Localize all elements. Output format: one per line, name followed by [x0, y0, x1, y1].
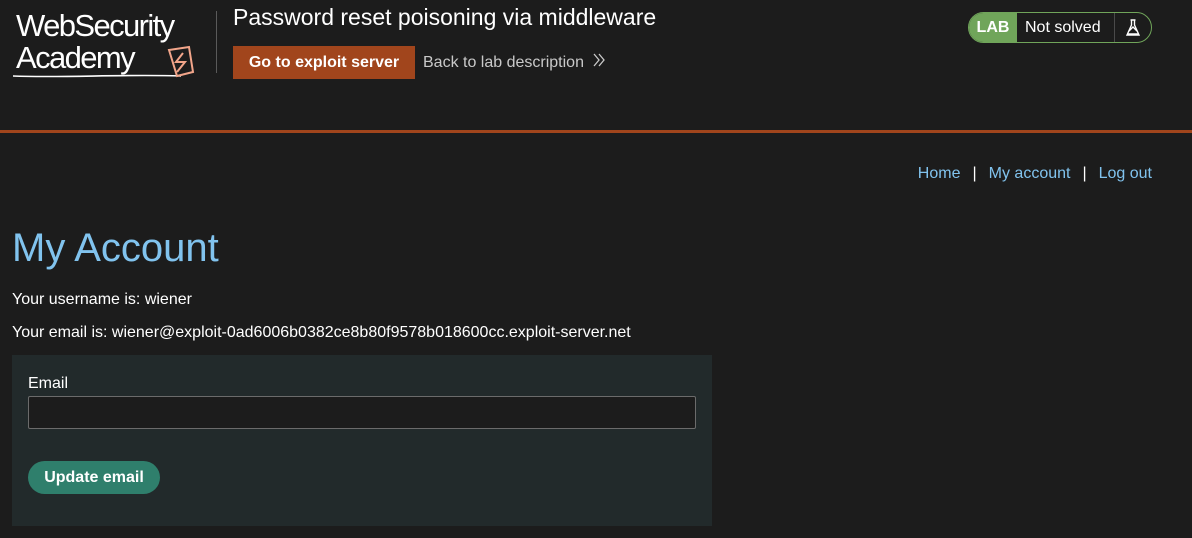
nav-log-out-link[interactable]: Log out — [1099, 165, 1152, 183]
email-label: Email — [28, 375, 69, 392]
nav-separator: | — [1082, 165, 1087, 182]
update-email-button[interactable]: Update email — [28, 461, 160, 494]
nav-separator: | — [972, 165, 977, 182]
back-link-label: Back to lab description — [423, 53, 584, 71]
username-text: Your username is: wiener — [12, 291, 192, 308]
nav-home-link[interactable]: Home — [918, 165, 961, 183]
double-chevron-right-icon — [593, 53, 605, 72]
lab-status-widget: LAB Not solved — [968, 12, 1152, 43]
header-divider — [216, 11, 217, 73]
lab-status-text: Not solved — [1017, 13, 1115, 42]
email-text: Your email is: wiener@exploit-0ad6006b03… — [12, 324, 631, 341]
lab-header: WebSecurity Academy Password reset poiso… — [0, 0, 1192, 133]
nav-my-account-link[interactable]: My account — [989, 165, 1071, 183]
lightning-bolt-logo-icon — [13, 45, 195, 78]
page-title: My Account — [12, 226, 219, 270]
back-to-lab-description-link[interactable]: Back to lab description — [423, 53, 605, 72]
flask-icon — [1115, 13, 1151, 42]
email-input[interactable] — [28, 396, 696, 429]
go-to-exploit-server-button[interactable]: Go to exploit server — [233, 46, 415, 79]
top-nav: Home | My account | Log out — [918, 165, 1152, 183]
lab-badge: LAB — [969, 13, 1017, 42]
change-email-form: Email Update email — [12, 355, 712, 526]
lab-title: Password reset poisoning via middleware — [233, 4, 657, 30]
academy-logo[interactable]: WebSecurity Academy — [13, 10, 213, 82]
